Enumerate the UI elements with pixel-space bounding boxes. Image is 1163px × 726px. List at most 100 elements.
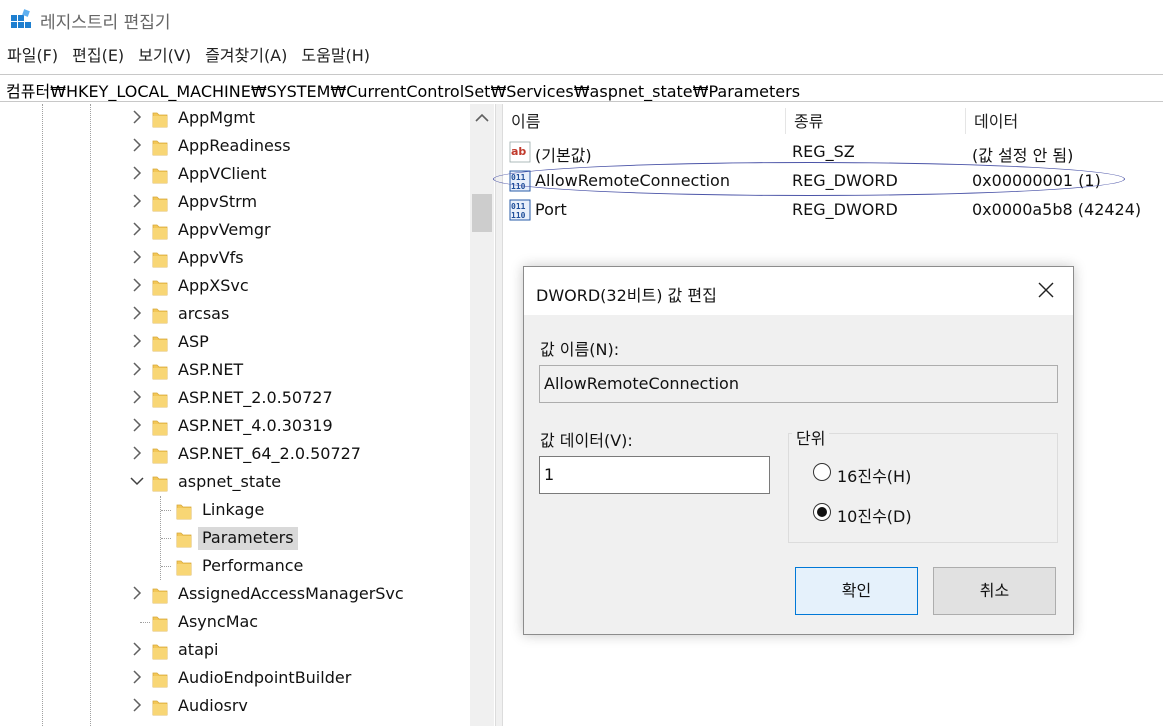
regedit-window: 레지스트리 편집기 파일(F) 편집(E) 보기(V) 즐겨찾기(A) 도움말(… bbox=[0, 0, 1163, 726]
tree-item[interactable]: Linkage bbox=[0, 496, 470, 524]
tree-item-label: AppMgmt bbox=[178, 108, 256, 127]
chevron-right-icon[interactable] bbox=[130, 249, 144, 265]
tree-item[interactable]: Performance bbox=[0, 552, 470, 580]
folder-icon bbox=[152, 668, 168, 688]
tree-item-label: AppXSvc bbox=[178, 276, 249, 295]
tree-item[interactable]: ASP.NET_64_2.0.50727 bbox=[0, 440, 470, 468]
column-type[interactable]: 종류 bbox=[786, 108, 966, 134]
folder-icon bbox=[152, 584, 168, 604]
radio-dec-label[interactable]: 10진수(D) bbox=[837, 503, 912, 527]
value-row[interactable]: 011 110 Port REG_DWORD 0x0000a5b8 (42424) bbox=[503, 195, 1163, 223]
tree-connector bbox=[140, 622, 150, 623]
chevron-right-icon[interactable] bbox=[130, 389, 144, 405]
chevron-down-icon[interactable] bbox=[130, 473, 144, 489]
chevron-right-icon[interactable] bbox=[130, 109, 144, 125]
tree-item[interactable]: ASP.NET_2.0.50727 bbox=[0, 384, 470, 412]
tree-item[interactable]: Parameters bbox=[0, 524, 470, 552]
tree-item[interactable]: Audiosrv bbox=[0, 692, 470, 720]
tree-connector bbox=[161, 566, 171, 567]
address-bar[interactable]: 컴퓨터₩HKEY_LOCAL_MACHINE₩SYSTEM₩CurrentCon… bbox=[0, 74, 1163, 102]
tree-item[interactable]: ASP.NET bbox=[0, 356, 470, 384]
menu-view[interactable]: 보기(V) bbox=[131, 42, 198, 70]
column-data-label: 데이터 bbox=[974, 112, 1019, 131]
ok-button[interactable]: 확인 bbox=[795, 567, 918, 615]
chevron-right-icon[interactable] bbox=[130, 417, 144, 433]
tree-item-label: ASP.NET_64_2.0.50727 bbox=[178, 444, 361, 463]
tree-item[interactable]: AppvStrm bbox=[0, 188, 470, 216]
tree-item[interactable]: AppReadiness bbox=[0, 132, 470, 160]
chevron-right-icon[interactable] bbox=[130, 585, 144, 601]
edit-dword-dialog: DWORD(32비트) 값 편집 값 이름(N): AllowRemoteCon… bbox=[523, 266, 1074, 635]
tree-item[interactable]: AppvVfs bbox=[0, 244, 470, 272]
folder-icon bbox=[152, 248, 168, 268]
tree-connector bbox=[161, 510, 171, 511]
menu-file[interactable]: 파일(F) bbox=[0, 42, 65, 70]
value-type: REG_SZ bbox=[792, 142, 855, 161]
tree-item-label: AppReadiness bbox=[178, 136, 291, 155]
dialog-title: DWORD(32비트) 값 편집 bbox=[536, 286, 717, 305]
value-data: 0x0000a5b8 (42424) bbox=[972, 200, 1142, 219]
tree-item[interactable]: AppXSvc bbox=[0, 272, 470, 300]
chevron-right-icon[interactable] bbox=[130, 697, 144, 713]
tree-item[interactable]: AsyncMac bbox=[0, 608, 470, 636]
scroll-up-icon[interactable] bbox=[470, 104, 494, 132]
tree-item[interactable]: ASP.NET_4.0.30319 bbox=[0, 412, 470, 440]
folder-icon bbox=[152, 444, 168, 464]
value-row[interactable]: ab (기본값) REG_SZ (값 설정 안 됨) bbox=[503, 137, 1163, 165]
chevron-right-icon[interactable] bbox=[130, 669, 144, 685]
column-name[interactable]: 이름 bbox=[503, 108, 786, 134]
folder-icon bbox=[152, 332, 168, 352]
radio-selected-dot bbox=[817, 507, 827, 517]
value-name-label: 값 이름(N): bbox=[540, 340, 620, 359]
tree-item-label: AudioEndpointBuilder bbox=[178, 668, 352, 687]
cancel-button[interactable]: 취소 bbox=[933, 567, 1056, 615]
chevron-right-icon[interactable] bbox=[130, 641, 144, 657]
value-type: REG_DWORD bbox=[792, 200, 898, 219]
chevron-right-icon[interactable] bbox=[130, 361, 144, 377]
menu-favorites[interactable]: 즐겨찾기(A) bbox=[198, 42, 294, 70]
tree-item[interactable]: AppVClient bbox=[0, 160, 470, 188]
radio-dec[interactable] bbox=[813, 503, 831, 521]
chevron-right-icon[interactable] bbox=[130, 165, 144, 181]
menu-edit[interactable]: 편집(E) bbox=[65, 42, 131, 70]
folder-icon bbox=[152, 164, 168, 184]
tree-item-label: ASP.NET_2.0.50727 bbox=[178, 388, 333, 407]
tree-item-label: aspnet_state bbox=[178, 472, 282, 491]
chevron-right-icon[interactable] bbox=[130, 445, 144, 461]
tree-item[interactable]: arcsas bbox=[0, 300, 470, 328]
chevron-right-icon[interactable] bbox=[130, 221, 144, 237]
radio-hex-label[interactable]: 16진수(H) bbox=[837, 463, 911, 487]
tree-item[interactable]: aspnet_state bbox=[0, 468, 470, 496]
menu-help[interactable]: 도움말(H) bbox=[294, 42, 377, 70]
value-name-field[interactable]: AllowRemoteConnection bbox=[539, 365, 1058, 403]
tree-item[interactable]: atapi bbox=[0, 636, 470, 664]
tree-item-label: Audiosrv bbox=[178, 696, 248, 715]
column-name-label: 이름 bbox=[511, 112, 541, 131]
folder-icon bbox=[152, 304, 168, 324]
chevron-right-icon[interactable] bbox=[130, 277, 144, 293]
tree-item[interactable]: AppMgmt bbox=[0, 104, 470, 132]
close-icon[interactable] bbox=[1034, 278, 1058, 302]
radio-hex[interactable] bbox=[813, 463, 831, 481]
folder-icon bbox=[152, 416, 168, 436]
key-tree: AppMgmt AppReadiness AppVClient AppvStrm App… bbox=[0, 104, 495, 726]
scroll-thumb[interactable] bbox=[472, 194, 492, 232]
tree-item-label: Linkage bbox=[202, 500, 265, 519]
tree-item[interactable]: AppvVemgr bbox=[0, 216, 470, 244]
tree-item[interactable]: ASP bbox=[0, 328, 470, 356]
tree-scrollbar[interactable] bbox=[470, 104, 494, 726]
value-data-input[interactable]: 1 bbox=[539, 456, 770, 494]
chevron-right-icon[interactable] bbox=[130, 333, 144, 349]
tree-item[interactable]: AssignedAccessManagerSvc bbox=[0, 580, 470, 608]
chevron-right-icon[interactable] bbox=[130, 193, 144, 209]
folder-icon bbox=[152, 108, 168, 128]
chevron-right-icon[interactable] bbox=[130, 137, 144, 153]
chevron-right-icon[interactable] bbox=[130, 305, 144, 321]
pane-splitter[interactable] bbox=[495, 104, 503, 726]
tree-item-label: AppVClient bbox=[178, 164, 267, 183]
address-path: 컴퓨터₩HKEY_LOCAL_MACHINE₩SYSTEM₩CurrentCon… bbox=[6, 82, 801, 101]
column-data[interactable]: 데이터 bbox=[966, 108, 1163, 134]
tree-item-label: AsyncMac bbox=[178, 612, 259, 631]
regedit-app-icon bbox=[11, 9, 31, 28]
tree-item[interactable]: AudioEndpointBuilder bbox=[0, 664, 470, 692]
